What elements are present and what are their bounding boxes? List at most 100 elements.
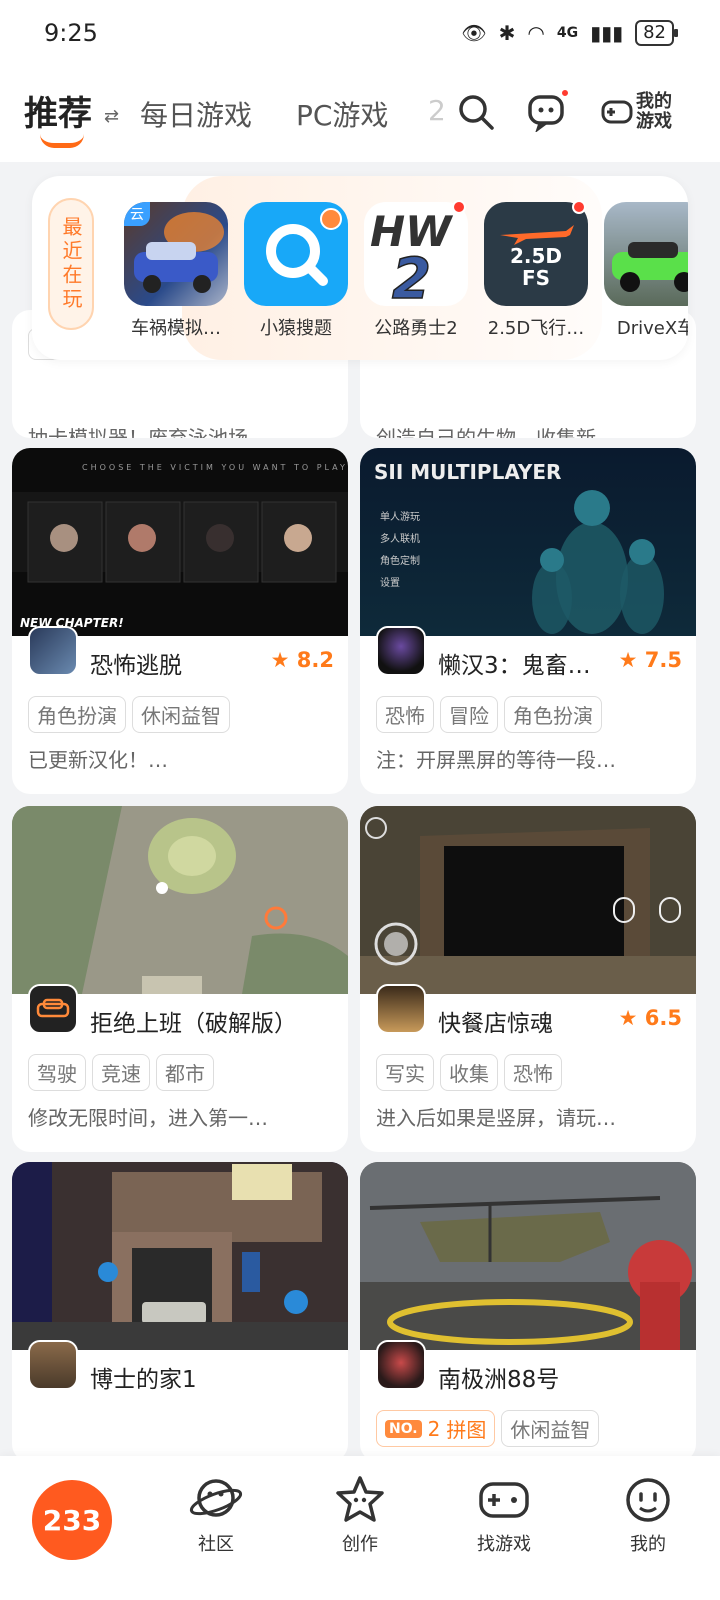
update-dot	[572, 200, 586, 214]
recent-game-item[interactable]: 小猿搜题	[244, 202, 348, 340]
game-rating: ★ 8.2	[271, 648, 334, 672]
game-tags: NO. 2 拼图 休闲益智	[360, 1410, 696, 1452]
tag[interactable]: 竞速	[92, 1054, 150, 1091]
nav-community[interactable]: 社区	[144, 1456, 288, 1600]
game-card[interactable]: 南极洲88号 NO. 2 拼图 休闲益智	[360, 1162, 696, 1462]
game-icon	[376, 984, 426, 1034]
game-name: 快餐店惊魂	[438, 1011, 553, 1037]
game-description: 注：开屏黑屏的等待一段…	[376, 748, 616, 772]
game-description: 已更新汉化！…	[28, 748, 168, 772]
game-description: 创造自己的生物，收集新…	[376, 426, 616, 438]
tab-recommend[interactable]: 推荐	[24, 86, 92, 135]
game-name: 恐怖逃脱	[90, 653, 182, 679]
swap-icon[interactable]: ⇄	[104, 106, 119, 127]
svg-text:2: 2	[392, 247, 431, 306]
game-card[interactable]: 快餐店惊魂 ★ 6.5 写实 收集 恐怖 进入后如果是竖屏，请玩…	[360, 806, 696, 1152]
my-games-icon[interactable]	[598, 90, 638, 134]
tag[interactable]: 休闲益智	[501, 1410, 600, 1447]
game-name: 拒绝上班（破解版）	[90, 1011, 297, 1037]
tag[interactable]: 都市	[156, 1054, 214, 1091]
star-icon: ★	[270, 648, 290, 672]
game-icon	[376, 1340, 426, 1390]
search-icon[interactable]	[454, 90, 498, 134]
rating-value: 8.2	[296, 648, 334, 672]
nav-find-games[interactable]: 找游戏	[432, 1456, 576, 1600]
tag[interactable]: 恐怖	[376, 696, 434, 733]
status-bar: 9:25 👁 ✱ ◠ 4G ▮▮▮ 82	[0, 0, 720, 66]
search-app-icon	[244, 202, 348, 306]
battery-indicator: 82	[635, 20, 678, 46]
game-screenshot: CHOOSE THE VICTIM YOU WANT TO PLAY AS NE…	[12, 448, 348, 636]
screenshot-title: SII MULTIPLAYER	[374, 460, 562, 484]
game-icon	[376, 626, 426, 676]
nav-create[interactable]: 创作	[288, 1456, 432, 1600]
game-card[interactable]: 博士的家1	[12, 1162, 348, 1462]
network-label: 4G	[556, 25, 579, 41]
nav-home[interactable]: 233	[0, 1456, 144, 1600]
game-rating: ★ 6.5	[619, 1006, 682, 1030]
svg-text:单人游玩: 单人游玩	[380, 510, 420, 523]
tag[interactable]: 恐怖	[504, 1054, 562, 1091]
home-logo[interactable]: 233	[32, 1480, 112, 1560]
tag[interactable]: 冒险	[440, 696, 498, 733]
game-tags: 写实 收集 恐怖	[360, 1054, 696, 1096]
rank-tag[interactable]: NO. 2 拼图	[376, 1410, 496, 1447]
game-info: 快餐店惊魂 ★ 6.5	[360, 984, 696, 1054]
recent-game-name: 2.5D飞行…	[487, 318, 585, 339]
tag[interactable]: 收集	[440, 1054, 498, 1091]
game-icon	[28, 1340, 78, 1390]
recently-played-label: 最近在玩	[48, 198, 94, 330]
game-name: 博士的家1	[90, 1367, 197, 1393]
signal-icon: ▮▮▮	[590, 21, 624, 45]
game-info: 博士的家1	[12, 1340, 348, 1410]
tag[interactable]: 角色扮演	[504, 696, 602, 733]
tag[interactable]: 驾驶	[28, 1054, 86, 1091]
gamepad-icon	[479, 1482, 529, 1518]
rating-value: 7.5	[644, 648, 682, 672]
svg-text:设置: 设置	[380, 577, 400, 589]
car-crash-game-icon: 云	[124, 202, 228, 306]
star-icon: ★	[618, 1006, 638, 1030]
planet-icon	[189, 1479, 243, 1517]
recent-game-name: 公路勇士2	[374, 318, 458, 339]
game-icon	[28, 984, 78, 1034]
game-name: 懒汉3：鬼畜…	[438, 653, 591, 679]
tag[interactable]: 角色扮演	[28, 696, 126, 733]
svg-text:CHOOSE THE VICTIM YOU WANT TO: CHOOSE THE VICTIM YOU WANT TO PLAY AS	[82, 463, 348, 472]
game-description: 修改无限时间，进入第一…	[28, 1106, 268, 1130]
profile-face-icon	[626, 1478, 670, 1522]
recent-game-item[interactable]: 2.5D FS 2.5D飞行…	[484, 200, 588, 340]
recent-label-text: 最近在玩	[59, 216, 83, 312]
game-card[interactable]: 单人游玩 多人联机 角色定制 设置 SII MULTIPLAYER 懒汉3：鬼畜…	[360, 448, 696, 794]
game-icon	[28, 626, 78, 676]
tab-more[interactable]: 2	[428, 94, 446, 127]
game-card[interactable]: CHOOSE THE VICTIM YOU WANT TO PLAY AS NE…	[12, 448, 348, 794]
tab-daily-games[interactable]: 每日游戏	[140, 94, 252, 134]
my-games-label[interactable]: 我的游戏	[636, 92, 684, 132]
game-tags: 角色扮演 休闲益智	[12, 696, 348, 738]
tag[interactable]: 休闲益智	[132, 696, 230, 733]
recent-game-item[interactable]: HW 2 公路勇士2	[364, 200, 468, 340]
nav-label: 我的	[630, 1534, 666, 1555]
star-face-icon	[336, 1476, 384, 1522]
game-info: 恐怖逃脱 ★ 8.2	[12, 626, 348, 696]
nav-profile[interactable]: 我的	[576, 1456, 720, 1600]
wifi-icon: ◠	[527, 21, 545, 45]
status-time: 9:25	[44, 19, 98, 47]
active-tab-indicator	[40, 134, 84, 148]
nav-label: 找游戏	[477, 1534, 531, 1555]
cloud-badge: 云	[124, 202, 150, 226]
flight-sim-icon: 2.5D FS	[484, 202, 588, 306]
tab-pc-games[interactable]: PC游戏	[296, 94, 388, 134]
game-card[interactable]: 拒绝上班（破解版） 驾驶 竞速 都市 修改无限时间，进入第一…	[12, 806, 348, 1152]
notification-dot	[560, 88, 570, 98]
bluetooth-icon: ✱	[498, 21, 516, 45]
recent-game-item[interactable]: 云 车祸模拟…	[124, 202, 228, 340]
recent-game-item[interactable]: DriveX车	[604, 202, 688, 340]
tag[interactable]: 写实	[376, 1054, 434, 1091]
game-description: 进入后如果是竖屏，请玩…	[376, 1106, 616, 1130]
nav-label: 创作	[342, 1534, 378, 1555]
game-description: 抽卡模拟器！废弃泳池场…	[28, 426, 268, 438]
message-icon[interactable]	[524, 88, 570, 134]
drivex-game-icon	[604, 202, 688, 306]
